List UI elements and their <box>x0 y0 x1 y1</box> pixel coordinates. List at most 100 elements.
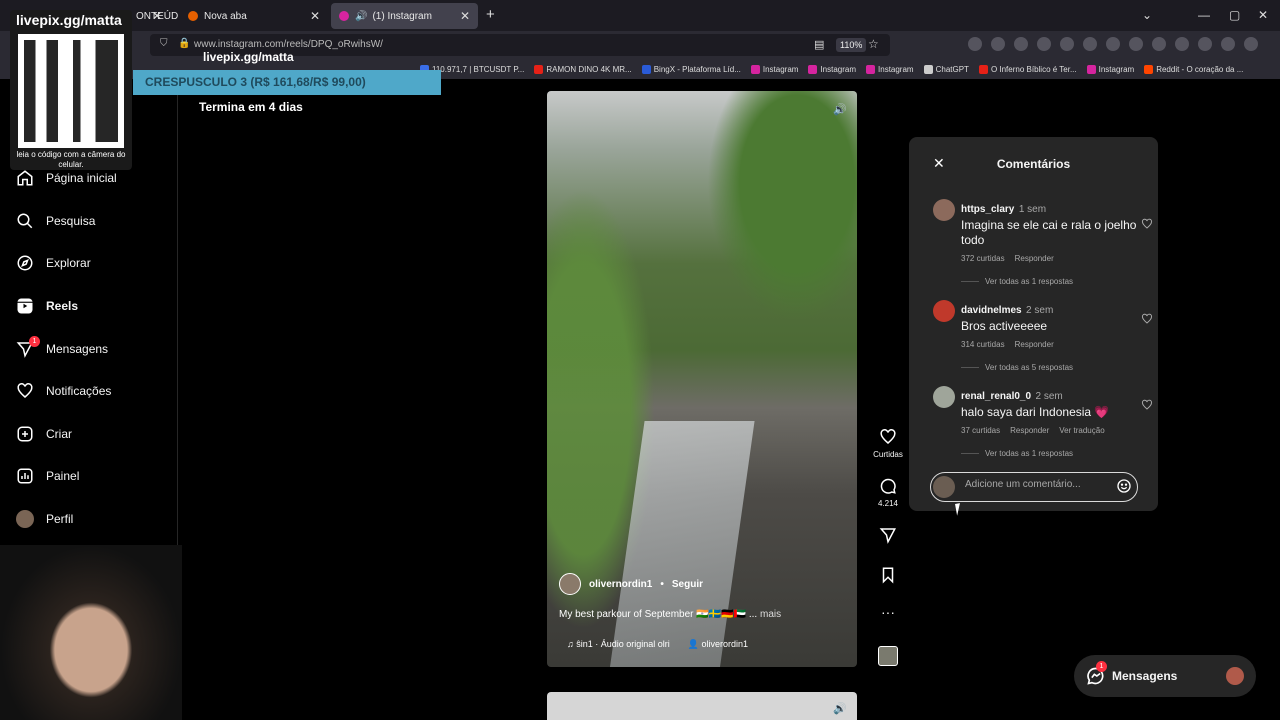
avatar[interactable] <box>933 199 955 221</box>
qr-caption: leia o código com a câmera do celular. <box>16 150 126 169</box>
bookmark-item[interactable]: Instagram <box>1086 64 1134 74</box>
messages-pill[interactable]: 1 Mensagens <box>1074 655 1256 697</box>
author-username[interactable]: olivernordin1 <box>589 579 652 590</box>
chevron-down-icon[interactable]: ⌄ <box>1142 8 1152 22</box>
follow-button[interactable]: Seguir <box>672 579 703 590</box>
sidebar-item-home[interactable]: Página inicial <box>16 169 117 187</box>
extension-icon[interactable] <box>991 37 1005 51</box>
tab-instagram[interactable]: 🔊 (1) Instagram ✕ <box>331 3 478 29</box>
volume-icon[interactable]: 🔊 <box>833 103 847 116</box>
extension-icon[interactable] <box>1152 37 1166 51</box>
view-replies-button[interactable]: Ver todas as 1 respostas <box>961 277 1143 286</box>
comment-username[interactable]: https_clary <box>961 204 1014 215</box>
extension-icon[interactable] <box>1129 37 1143 51</box>
comment-item: https_clary 1 sem Imagina se ele cai e r… <box>933 199 1153 286</box>
heart-icon[interactable] <box>1141 312 1153 330</box>
comment-likes[interactable]: 314 curtidas <box>961 340 1005 349</box>
bookmark-label: Reddit - O coração da ... <box>1156 64 1244 74</box>
url-toolbar: ⛉ 🔒 www.instagram.com/reels/DPQ_oRwihsW/… <box>0 31 1280 59</box>
view-replies-button[interactable]: Ver todas as 1 respostas <box>961 449 1143 458</box>
dashboard-icon <box>16 467 34 485</box>
sidebar-item-search[interactable]: Pesquisa <box>16 212 95 230</box>
heart-icon[interactable] <box>1141 217 1153 235</box>
next-reel[interactable]: 🔊 <box>547 692 857 720</box>
bookmark-item[interactable]: Instagram <box>750 64 798 74</box>
comment-username[interactable]: davidnelmes <box>961 305 1022 316</box>
avatar[interactable] <box>933 386 955 408</box>
tracking-shield-icon[interactable]: ⛉ <box>160 38 168 49</box>
speaker-icon[interactable]: 🔊 <box>355 11 367 22</box>
home-icon <box>16 169 34 187</box>
extension-icon[interactable] <box>1175 37 1189 51</box>
tagged-user[interactable]: 👤 oliverordin1 <box>688 639 748 650</box>
browser-tab-bar: ONTEÚD ✕ Nova aba ✕ 🔊 (1) Instagram ✕ + … <box>0 0 1280 31</box>
comment-likes[interactable]: 37 curtidas <box>961 426 1000 435</box>
sidebar-item-profile[interactable]: Perfil <box>16 510 73 528</box>
tab-nova-aba[interactable]: Nova aba ✕ <box>180 3 328 29</box>
zoom-level[interactable]: 110% <box>836 38 867 52</box>
close-icon[interactable]: ✕ <box>152 9 162 23</box>
sidebar-item-notifications[interactable]: Notificações <box>16 382 111 400</box>
bookmark-item[interactable]: Instagram <box>866 64 914 74</box>
extension-icon[interactable] <box>968 37 982 51</box>
promo-expiry: Termina em 4 dias <box>199 100 303 114</box>
sidebar-item-explore[interactable]: Explorar <box>16 254 91 272</box>
extension-icon[interactable] <box>1083 37 1097 51</box>
reply-button[interactable]: Responder <box>1015 254 1054 263</box>
star-icon[interactable]: ☆ <box>868 37 879 51</box>
save-button[interactable] <box>870 566 906 588</box>
bookmark-label: O Inferno Bíblico é Ter... <box>990 64 1077 74</box>
more-link[interactable]: mais <box>760 609 781 620</box>
translate-button[interactable]: Ver tradução <box>1059 426 1104 435</box>
extension-icon[interactable] <box>1221 37 1235 51</box>
bookmark-item[interactable]: Instagram <box>808 64 856 74</box>
maximize-icon[interactable]: ▢ <box>1229 8 1240 22</box>
reel-video[interactable]: 🔊 olivernordin1 • Seguir My best parkour… <box>547 91 857 667</box>
comment-input[interactable] <box>965 479 1105 490</box>
view-replies-button[interactable]: Ver todas as 5 respostas <box>961 363 1143 372</box>
avatar[interactable] <box>933 300 955 322</box>
close-window-icon[interactable]: ✕ <box>1258 8 1268 22</box>
bookmark-item[interactable]: RAMON DINO 4K MR... <box>534 64 632 74</box>
reply-button[interactable]: Responder <box>1010 426 1049 435</box>
sidebar-item-create[interactable]: Criar <box>16 425 72 443</box>
avatar[interactable] <box>559 573 581 595</box>
comment-likes[interactable]: 372 curtidas <box>961 254 1005 263</box>
sidebar-item-dashboard[interactable]: Painel <box>16 467 79 485</box>
new-tab-icon[interactable]: + <box>486 6 495 23</box>
comment-time: 2 sem <box>1026 305 1054 316</box>
extension-icon[interactable] <box>1037 37 1051 51</box>
bookmark-item[interactable]: Reddit - O coração da ... <box>1144 64 1244 74</box>
bookmark-item[interactable]: O Inferno Bíblico é Ter... <box>978 64 1077 74</box>
minimize-icon[interactable]: — <box>1198 8 1210 22</box>
notification-badge: 1 <box>29 336 40 347</box>
comment-button[interactable]: 4.214 <box>870 477 906 508</box>
livepix-qr-overlay: livepix.gg/matta leia o código com a câm… <box>10 10 132 170</box>
comment-text: Imagina se ele cai e rala o joelho todo <box>961 218 1137 247</box>
url-text[interactable]: www.instagram.com/reels/DPQ_oRwihsW/ <box>194 39 383 50</box>
tab-label: Nova aba <box>204 10 247 22</box>
sidebar-item-messages[interactable]: 1 Mensagens <box>16 336 108 358</box>
volume-icon[interactable]: 🔊 <box>833 702 847 715</box>
close-icon[interactable]: ✕ <box>460 9 470 23</box>
extension-icon[interactable] <box>1014 37 1028 51</box>
share-button[interactable] <box>870 526 906 548</box>
comment-username[interactable]: renal_renal0_0 <box>961 391 1031 402</box>
bookmark-item[interactable]: ChatGPT <box>923 64 969 74</box>
extension-icon[interactable] <box>1060 37 1074 51</box>
lock-icon[interactable]: 🔒 <box>178 38 190 49</box>
audio-link[interactable]: ♫ ŝin1 · Áudio original olri <box>567 639 670 650</box>
reader-view-icon[interactable]: ▤ <box>814 38 824 51</box>
more-options-button[interactable]: ··· <box>870 604 906 620</box>
extension-icon[interactable] <box>1198 37 1212 51</box>
extension-icon[interactable] <box>1106 37 1120 51</box>
close-icon[interactable]: ✕ <box>310 9 320 23</box>
bookmark-item[interactable]: BingX - Plataforma Líd... <box>641 64 741 74</box>
heart-icon[interactable] <box>1141 398 1153 416</box>
menu-icon[interactable] <box>1244 37 1258 51</box>
sidebar-item-reels[interactable]: Reels <box>16 297 78 315</box>
audio-thumbnail[interactable] <box>878 646 898 666</box>
reply-button[interactable]: Responder <box>1015 340 1054 349</box>
like-button[interactable]: Curtidas <box>870 428 906 459</box>
emoji-icon[interactable] <box>1116 478 1132 499</box>
